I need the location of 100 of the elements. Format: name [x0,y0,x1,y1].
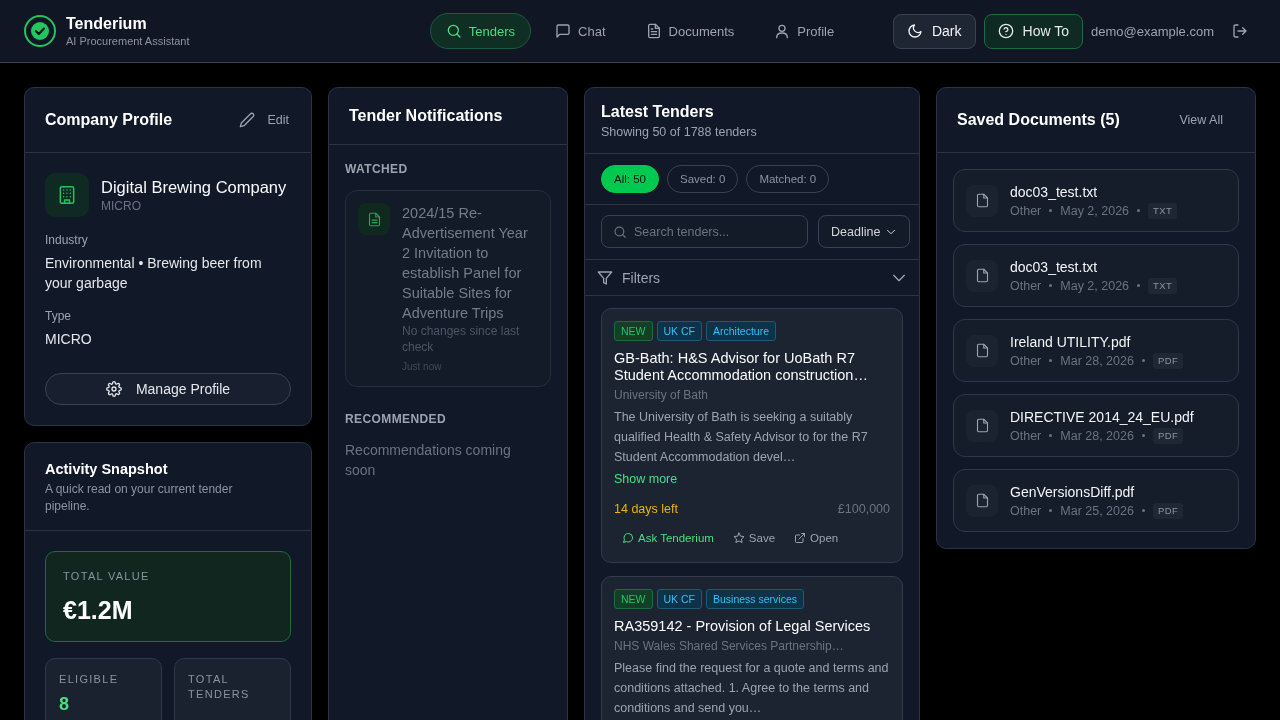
view-all-link[interactable]: View All [1167,107,1235,133]
category-tag: Architecture [706,321,777,341]
document-date: Mar 25, 2026 [1060,502,1134,519]
tender-organisation: NHS Wales Shared Services Partnership… [614,638,845,654]
logout-icon [1232,23,1248,39]
field-value: MICRO [45,330,93,349]
external-link-icon [794,532,807,544]
document-name: doc03_test.txt [1010,182,1099,201]
document-date: Mar 28, 2026 [1060,352,1134,369]
building-icon [45,173,89,217]
card-title: Saved Documents (5) [957,110,1120,130]
edit-button[interactable]: Edit [231,108,291,132]
new-tag: NEW [614,321,653,341]
company-name: Digital Brewing Company [101,177,287,198]
ask-ai-button[interactable]: Ask Tenderium [614,526,722,550]
file-icon [966,484,998,517]
field-value: Environmental • Brewing beer from your garbage [45,254,263,293]
file-type-badge: PDF [1152,427,1184,444]
chat-icon [555,23,572,39]
watched-status: No changes since last check [402,323,521,355]
watched-tender-title: 2024/15 Re-Advertisement Year 2 Invitation to establish Panel for Suitable Sites for Adventure Trips [402,204,529,323]
manage-profile-button[interactable]: Manage Profile [45,373,291,405]
stat-value: 8 [59,693,70,715]
document-name: Ireland UTILITY.pdf [1010,332,1132,351]
field-label: Type [45,308,72,324]
document-name: doc03_test.txt [1010,257,1099,276]
document-date: Mar 28, 2026 [1060,427,1134,444]
filter-pill[interactable]: All: 50 [601,165,659,193]
nav-tab[interactable]: Tenders [429,13,532,49]
card-subtitle: A quick read on your current tender pipeline. [45,481,234,515]
stat-label: TOTAL TENDERS [188,672,251,702]
user-email: demo@example.com [1090,23,1214,39]
nav-tab[interactable]: Chat [539,13,622,49]
filters-toggle[interactable]: Filters [585,260,919,296]
open-button[interactable]: Open [786,526,847,550]
document-name: DIRECTIVE 2014_24_EU.pdf [1010,407,1194,426]
document-date: May 2, 2026 [1060,277,1130,294]
tender-description: The University of Bath is seeking a suitably qualified Health & Safety Advisor to for the R7 Student Accommodation devel… [614,409,869,466]
file-icon [966,184,998,217]
file-type-badge: PDF [1152,352,1184,369]
sort-dropdown[interactable]: Deadline [818,215,911,248]
empty-message: Recommendations coming soon [345,441,512,480]
deadline-text: 14 days left [614,501,678,517]
pencil-icon [239,112,256,128]
document-category: Other [1010,427,1042,444]
document-icon [358,203,390,235]
tender-description: Please find the request for a quote and terms and conditions attached. 1. Agree to the terms and conditions and send you… [614,660,890,717]
card-title: Company Profile [45,110,173,130]
how-to-button[interactable]: How To [983,13,1083,49]
gear-icon [105,381,122,397]
document-name: GenVersionsDiff.pdf [1010,482,1136,501]
document-item[interactable]: Ireland UTILITY.pdf Other Mar 28, 2026 PDF [953,319,1239,382]
app-name: Tenderium [66,14,148,34]
document-item[interactable]: DIRECTIVE 2014_24_EU.pdf Other Mar 28, 2026 PDF [953,394,1239,457]
source-tag: UK CF [656,321,702,341]
stat-value: €1.2M [63,595,134,625]
stat-label: TOTAL VALUE [63,569,151,584]
file-type-badge: PDF [1152,502,1184,519]
file-icon [966,409,998,442]
section-label: WATCHED [345,161,409,177]
new-tag: NEW [614,589,653,609]
app-tagline: AI Procurement Assistant [66,34,190,48]
card-title: Latest Tenders [601,102,714,122]
document-category: Other [1010,352,1042,369]
tender-organisation: University of Bath [614,387,710,403]
save-button[interactable]: Save [724,526,784,550]
funnel-icon [597,269,613,286]
card-title: Activity Snapshot [45,460,168,479]
file-type-badge: TXT [1148,277,1178,294]
company-size: MICRO [101,198,142,214]
section-label: RECOMMENDED [345,411,448,427]
document-category: Other [1010,502,1042,519]
document-item[interactable]: doc03_test.txt Other May 2, 2026 TXT [953,244,1239,307]
search-icon [445,23,462,39]
nav-tab[interactable]: Documents [629,13,751,49]
tender-value: £100,000 [837,501,890,517]
moon-icon [906,23,923,39]
field-label: Industry [45,232,89,248]
file-icon [966,259,998,292]
file-type-badge: TXT [1148,202,1178,219]
document-date: May 2, 2026 [1060,202,1130,219]
stat-label: ELIGIBLE [59,672,120,687]
document-item[interactable]: doc03_test.txt Other May 2, 2026 TXT [953,169,1239,232]
file-icon [966,334,998,367]
chat-bubble-icon [622,532,634,544]
help-icon [997,23,1014,39]
theme-toggle-button[interactable]: Dark [892,13,976,49]
user-icon [774,23,791,39]
search-icon [613,225,627,239]
show-more-link[interactable]: Show more [614,471,678,487]
document-item[interactable]: GenVersionsDiff.pdf Other Mar 25, 2026 PDF [953,469,1239,532]
nav-tab[interactable]: Profile [758,13,851,49]
source-tag: UK CF [656,589,702,609]
search-field[interactable]: Search tenders... [601,215,808,248]
check-circle-icon [24,15,56,47]
document-category: Other [1010,202,1042,219]
star-icon [732,532,745,544]
document-category: Other [1010,277,1042,294]
tender-title: GB-Bath: H&S Advisor for UoBath R7 Student Accommodation construction… [614,350,869,384]
card-title: Tender Notifications [349,106,503,126]
